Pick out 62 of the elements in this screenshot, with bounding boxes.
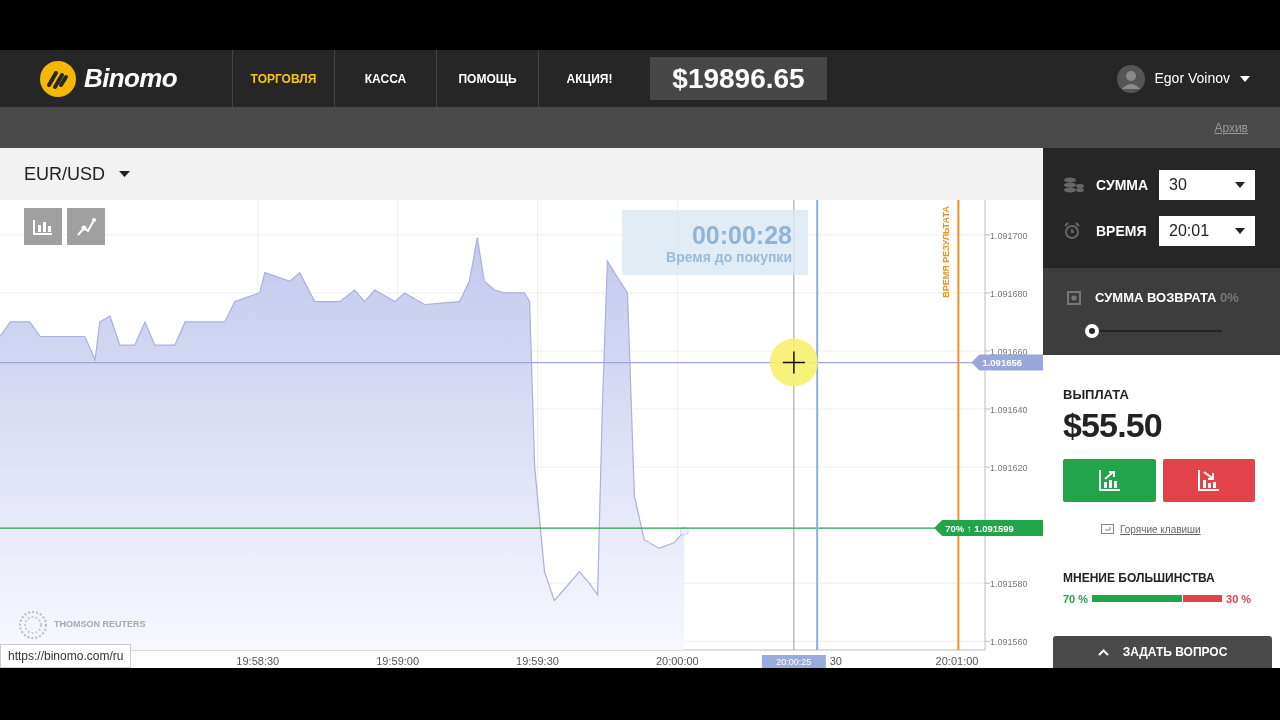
expiry-label: ВРЕМЯ РЕЗУЛЬТАТА	[941, 206, 952, 298]
y-axis-label: 1.091560	[990, 637, 1028, 648]
safe-icon	[1067, 290, 1081, 305]
globe-icon	[18, 610, 48, 640]
x-axis-label: 19:58:30	[236, 655, 280, 667]
chart-up-icon	[1097, 468, 1122, 492]
up-button[interactable]	[1063, 458, 1156, 502]
y-axis-label: 1.091680	[990, 288, 1028, 299]
x-axis-label: 20:00:00	[655, 655, 699, 667]
hotkeys-link[interactable]: Горячие клавиши	[1120, 521, 1201, 537]
alarm-clock-icon	[1063, 222, 1081, 240]
caret-icon	[1235, 182, 1245, 188]
time-dropdown[interactable]: 20:01	[1159, 216, 1255, 246]
slider-thumb[interactable]	[1085, 323, 1099, 338]
payout-amount: $55.50	[1063, 404, 1163, 445]
y-axis-label: 1.091580	[990, 579, 1028, 590]
price-tag: 1.091656	[971, 354, 1043, 371]
caret-icon	[1235, 228, 1245, 234]
chevron-up-icon	[1097, 648, 1109, 656]
keyboard-key-icon	[1101, 524, 1114, 534]
bar-chart-icon	[33, 218, 53, 235]
coins-icon	[1063, 177, 1085, 193]
payout-label: ВЫПЛАТА	[1063, 386, 1130, 404]
x-axis-label: 20:01:00	[935, 655, 979, 667]
down-percent: 30 %	[1226, 591, 1252, 607]
amount-dropdown[interactable]: 30	[1159, 170, 1255, 200]
line-chart-icon	[76, 216, 96, 237]
y-axis-label: 1.091620	[990, 463, 1028, 474]
caret-icon	[1240, 75, 1250, 82]
last-price-marker	[679, 526, 689, 536]
data-source-label: THOMSON REUTERS	[54, 618, 146, 632]
avatar-icon	[1116, 64, 1145, 93]
status-url-tooltip: https://binomo.com/ru	[0, 644, 132, 668]
balance-display: $19896.65	[650, 57, 827, 100]
y-axis-label: 1.091640	[990, 405, 1028, 416]
ref-line-label: 1.091656	[982, 357, 1023, 369]
y-axis-label: 1.091660	[990, 346, 1028, 357]
countdown-timer: 00:00:28	[691, 220, 792, 249]
majority-label: МНЕНИЕ БОЛЬШИНСТВА	[1063, 569, 1216, 587]
logo-icon	[40, 60, 76, 97]
up-percent: 70 %	[1063, 591, 1089, 607]
x-axis-label: 30	[829, 655, 842, 667]
pair-selector[interactable]: EUR/USD	[24, 160, 105, 188]
time-label: ВРЕМЯ	[1096, 221, 1148, 241]
crosshair-time-tag: 20:00:25	[761, 655, 826, 668]
x-axis-label: 19:59:00	[376, 655, 420, 667]
x-axis-label: 19:59:30	[516, 655, 559, 667]
chart-down-icon	[1197, 468, 1221, 492]
indicator-button[interactable]	[67, 208, 105, 245]
y-axis-label: 1.091700	[990, 230, 1028, 241]
down-button[interactable]	[1163, 458, 1255, 502]
chart-type-button[interactable]	[24, 208, 62, 245]
amount-label: СУММА	[1096, 175, 1150, 195]
caret-icon[interactable]	[119, 171, 130, 177]
crosshair-cursor	[769, 338, 818, 387]
timer-label: Время до покупки	[666, 248, 792, 265]
ref-line-label: 70% ↑ 1.091599	[945, 522, 1014, 534]
ask-question-button[interactable]: ЗАДАТЬ ВОПРОС	[1053, 636, 1272, 668]
user-menu[interactable]: Egor Voinov	[1116, 50, 1250, 107]
refund-label: СУММА ВОЗВРАТА 0%	[1095, 289, 1239, 307]
price-tag: 70% ↑ 1.091599	[934, 520, 1043, 537]
logo-text: Binomo	[84, 62, 177, 95]
